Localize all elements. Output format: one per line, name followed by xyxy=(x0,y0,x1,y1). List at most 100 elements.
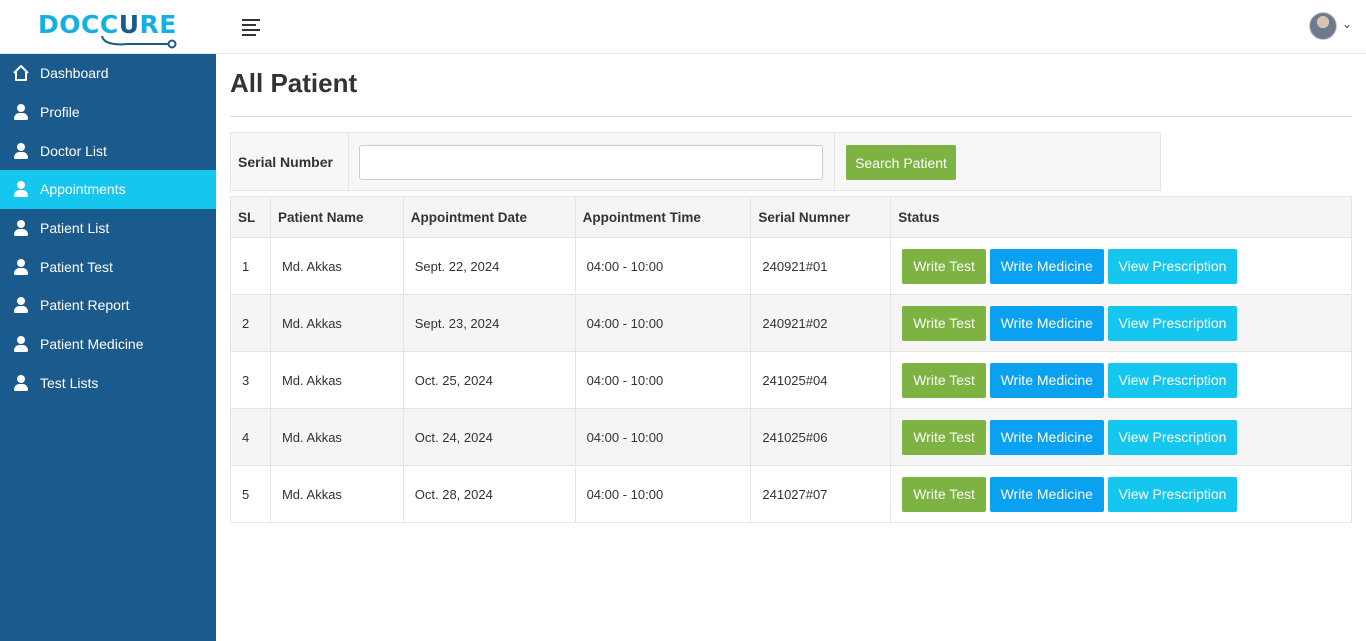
cell-appointment-time: 04:00 - 10:00 xyxy=(574,465,752,523)
search-patient-button[interactable]: Search Patient xyxy=(846,145,956,180)
brand-logo[interactable]: DOCCURE xyxy=(36,8,186,49)
cell-appointment-date: Sept. 23, 2024 xyxy=(402,294,576,352)
sidebar-item-patient-list[interactable]: Patient List xyxy=(0,209,216,248)
cell-sl: 3 xyxy=(230,351,271,409)
table-row: 1 Md. Akkas Sept. 22, 2024 04:00 - 10:00… xyxy=(230,237,1352,295)
view-prescription-button[interactable]: View Prescription xyxy=(1107,419,1238,455)
cell-serial-number: 241027#07 xyxy=(750,465,892,523)
cell-serial-number: 240921#02 xyxy=(750,294,892,352)
cell-appointment-time: 04:00 - 10:00 xyxy=(574,237,752,295)
sidebar: Dashboard Profile Doctor List Appointmen… xyxy=(0,54,216,641)
sidebar-item-dashboard[interactable]: Dashboard xyxy=(0,54,216,93)
write-medicine-button[interactable]: Write Medicine xyxy=(989,362,1104,398)
home-icon xyxy=(13,65,29,82)
user-avatar[interactable] xyxy=(1309,12,1337,40)
sidebar-item-doctor-list[interactable]: Doctor List xyxy=(0,131,216,170)
table-row: 3 Md. Akkas Oct. 25, 2024 04:00 - 10:00 … xyxy=(230,351,1352,409)
cell-patient-name: Md. Akkas xyxy=(269,351,404,409)
sidebar-item-patient-medicine[interactable]: Patient Medicine xyxy=(0,325,216,364)
sidebar-item-label: Doctor List xyxy=(40,142,107,159)
cell-patient-name: Md. Akkas xyxy=(269,465,404,523)
write-test-button[interactable]: Write Test xyxy=(902,362,986,398)
table-row: 2 Md. Akkas Sept. 23, 2024 04:00 - 10:00… xyxy=(230,294,1352,352)
logo-part1: DOCC xyxy=(38,10,119,39)
sidebar-item-patient-test[interactable]: Patient Test xyxy=(0,247,216,286)
sidebar-item-label: Patient Report xyxy=(40,297,130,314)
cell-appointment-date: Oct. 28, 2024 xyxy=(402,465,576,523)
sidebar-item-label: Test Lists xyxy=(40,374,99,391)
user-icon xyxy=(12,103,30,121)
cell-status-actions: Write Test Write Medicine View Prescript… xyxy=(890,465,1352,523)
cell-patient-name: Md. Akkas xyxy=(269,237,404,295)
sidebar-item-label: Patient Medicine xyxy=(40,336,144,353)
cell-appointment-date: Oct. 25, 2024 xyxy=(402,351,576,409)
write-medicine-button[interactable]: Write Medicine xyxy=(989,248,1104,284)
cell-patient-name: Md. Akkas xyxy=(269,294,404,352)
menu-toggle-icon[interactable] xyxy=(242,19,262,36)
write-medicine-button[interactable]: Write Medicine xyxy=(989,305,1104,341)
sidebar-item-label: Dashboard xyxy=(40,65,109,82)
column-header-status: Status xyxy=(890,196,1352,238)
cell-patient-name: Md. Akkas xyxy=(269,408,404,466)
cell-sl: 2 xyxy=(230,294,271,352)
sidebar-item-profile[interactable]: Profile xyxy=(0,93,216,132)
logo-part2: U xyxy=(118,10,140,39)
serial-number-input[interactable] xyxy=(359,145,823,180)
cell-appointment-time: 04:00 - 10:00 xyxy=(574,351,752,409)
user-icon xyxy=(12,258,30,276)
chevron-down-icon[interactable]: ⌄ xyxy=(1342,17,1352,31)
user-icon xyxy=(12,374,30,392)
view-prescription-button[interactable]: View Prescription xyxy=(1107,476,1238,512)
sidebar-item-patient-report[interactable]: Patient Report xyxy=(0,286,216,325)
cell-sl: 5 xyxy=(230,465,271,523)
column-header-sl: SL xyxy=(230,196,271,238)
cell-sl: 4 xyxy=(230,408,271,466)
sidebar-item-label: Appointments xyxy=(40,181,126,198)
sidebar-item-appointments[interactable]: Appointments xyxy=(0,170,216,209)
table-header-row: SL Patient Name Appointment Date Appoint… xyxy=(230,196,1352,238)
cell-appointment-time: 04:00 - 10:00 xyxy=(574,408,752,466)
stethoscope-icon xyxy=(101,36,177,49)
column-header-serial-number: Serial Numner xyxy=(750,196,892,238)
search-panel: Serial Number Search Patient xyxy=(230,132,1161,191)
divider xyxy=(230,116,1352,117)
cell-serial-number: 240921#01 xyxy=(750,237,892,295)
top-bar: DOCCURE ⌄ xyxy=(0,0,1366,54)
divider xyxy=(348,133,349,190)
cell-status-actions: Write Test Write Medicine View Prescript… xyxy=(890,237,1352,295)
user-icon xyxy=(12,219,30,237)
logo-part3: RE xyxy=(139,10,177,39)
cell-status-actions: Write Test Write Medicine View Prescript… xyxy=(890,351,1352,409)
write-test-button[interactable]: Write Test xyxy=(902,419,986,455)
cell-serial-number: 241025#04 xyxy=(750,351,892,409)
write-test-button[interactable]: Write Test xyxy=(902,248,986,284)
cell-appointment-date: Sept. 22, 2024 xyxy=(402,237,576,295)
write-test-button[interactable]: Write Test xyxy=(902,476,986,512)
view-prescription-button[interactable]: View Prescription xyxy=(1107,305,1238,341)
column-header-patient-name: Patient Name xyxy=(269,196,404,238)
user-icon xyxy=(12,180,30,198)
user-icon xyxy=(12,335,30,353)
table-row: 5 Md. Akkas Oct. 28, 2024 04:00 - 10:00 … xyxy=(230,465,1352,523)
view-prescription-button[interactable]: View Prescription xyxy=(1107,362,1238,398)
user-icon xyxy=(12,142,30,160)
cell-status-actions: Write Test Write Medicine View Prescript… xyxy=(890,294,1352,352)
divider xyxy=(834,133,835,190)
appointments-table: SL Patient Name Appointment Date Appoint… xyxy=(230,196,1352,523)
page-title: All Patient xyxy=(230,68,358,98)
sidebar-item-label: Patient Test xyxy=(40,258,113,275)
view-prescription-button[interactable]: View Prescription xyxy=(1107,248,1238,284)
cell-status-actions: Write Test Write Medicine View Prescript… xyxy=(890,408,1352,466)
sidebar-item-label: Profile xyxy=(40,104,80,121)
table-row: 4 Md. Akkas Oct. 24, 2024 04:00 - 10:00 … xyxy=(230,408,1352,466)
write-medicine-button[interactable]: Write Medicine xyxy=(989,476,1104,512)
column-header-appointment-date: Appointment Date xyxy=(402,196,576,238)
cell-serial-number: 241025#06 xyxy=(750,408,892,466)
sidebar-item-test-lists[interactable]: Test Lists xyxy=(0,364,216,403)
write-medicine-button[interactable]: Write Medicine xyxy=(989,419,1104,455)
logo-text: DOCCURE xyxy=(38,10,177,39)
cell-appointment-date: Oct. 24, 2024 xyxy=(402,408,576,466)
write-test-button[interactable]: Write Test xyxy=(902,305,986,341)
user-icon xyxy=(12,296,30,314)
sidebar-item-label: Patient List xyxy=(40,220,110,237)
